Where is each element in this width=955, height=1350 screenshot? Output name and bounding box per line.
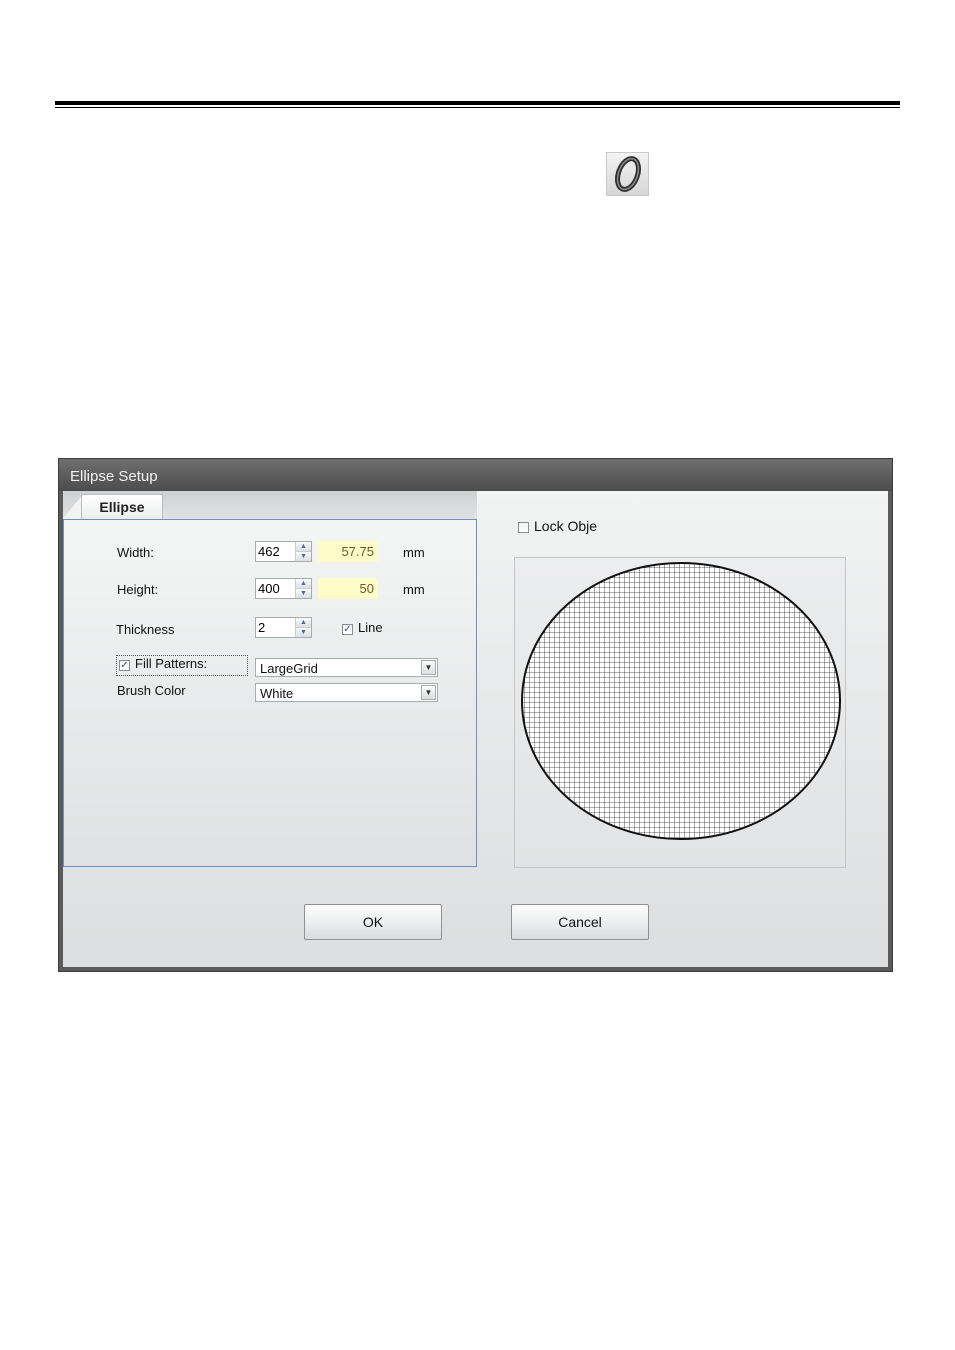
brush-color-value: White xyxy=(260,686,294,701)
check-icon: ✓ xyxy=(120,660,129,671)
tab-ellipse[interactable]: Ellipse xyxy=(81,494,163,519)
height-unit: mm xyxy=(403,582,425,597)
dialog-client-area: Ellipse Width: ▲ ▼ 57.75 mm Height: ▲ xyxy=(63,491,888,967)
thickness-spin-up-icon[interactable]: ▲ xyxy=(296,618,311,628)
dialog-title: Ellipse Setup xyxy=(70,468,158,485)
height-mm-value: 50 xyxy=(318,578,378,599)
ellipse-properties-panel: Width: ▲ ▼ 57.75 mm Height: ▲ ▼ 50 mm xyxy=(63,519,477,867)
width-spin-down-icon[interactable]: ▼ xyxy=(296,552,311,561)
brush-color-select[interactable]: White ▼ xyxy=(255,683,438,702)
line-checkbox[interactable]: ✓ xyxy=(342,624,353,635)
lock-object-label: Lock Obje xyxy=(534,518,598,534)
height-input[interactable] xyxy=(256,579,298,598)
height-label: Height: xyxy=(117,582,159,597)
width-spinner[interactable]: ▲ ▼ xyxy=(255,541,312,562)
width-input[interactable] xyxy=(256,542,298,561)
ellipse-preview-graphic xyxy=(521,562,841,840)
check-icon: ✓ xyxy=(343,624,352,635)
width-unit: mm xyxy=(403,545,425,560)
fill-patterns-value: LargeGrid xyxy=(260,661,318,676)
ellipse-tool-icon xyxy=(606,152,649,196)
page-header-rule xyxy=(55,101,900,105)
dropdown-arrow-icon[interactable]: ▼ xyxy=(421,660,436,675)
fill-patterns-select[interactable]: LargeGrid ▼ xyxy=(255,658,438,677)
height-spin-down-icon[interactable]: ▼ xyxy=(296,589,311,598)
ellipse-preview xyxy=(514,557,846,868)
height-spinner[interactable]: ▲ ▼ xyxy=(255,578,312,599)
brush-color-label: Brush Color xyxy=(117,683,186,698)
width-mm-value: 57.75 xyxy=(318,541,378,562)
dialog-titlebar[interactable]: Ellipse Setup xyxy=(59,459,892,491)
fill-patterns-label: Fill Patterns: xyxy=(135,656,208,671)
page-header-rule-thin xyxy=(55,107,900,108)
tab-slant xyxy=(63,494,83,519)
ok-button[interactable]: OK xyxy=(304,904,442,940)
width-label: Width: xyxy=(117,545,154,560)
thickness-spin-down-icon[interactable]: ▼ xyxy=(296,628,311,637)
width-spin-up-icon[interactable]: ▲ xyxy=(296,542,311,552)
cancel-button[interactable]: Cancel xyxy=(511,904,649,940)
tab-strip: Ellipse xyxy=(63,491,477,519)
dropdown-arrow-icon[interactable]: ▼ xyxy=(421,685,436,700)
thickness-spinner[interactable]: ▲ ▼ xyxy=(255,617,312,638)
thickness-label: Thickness xyxy=(116,622,175,637)
thickness-input[interactable] xyxy=(256,618,298,637)
height-spin-up-icon[interactable]: ▲ xyxy=(296,579,311,589)
line-label: Line xyxy=(358,620,383,635)
lock-object-checkbox[interactable] xyxy=(518,522,529,533)
tab-ellipse-label: Ellipse xyxy=(99,499,145,515)
ellipse-setup-dialog: Ellipse Setup Ellipse Width: ▲ ▼ 57.75 m… xyxy=(58,458,893,972)
fill-patterns-checkbox[interactable]: ✓ xyxy=(119,660,130,671)
